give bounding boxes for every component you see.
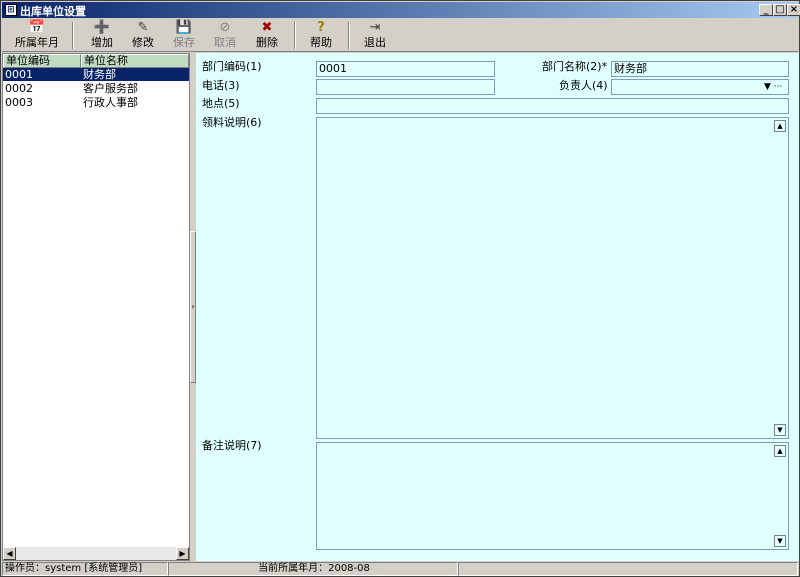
unit-code-cell: 0003 <box>5 96 33 109</box>
exit-icon: ⇥ <box>369 20 381 35</box>
manager-combo[interactable]: ▼ ··· <box>611 79 789 95</box>
scroll-up-icon[interactable]: ▲ <box>774 445 786 457</box>
grid-header: 单位编码 单位名称 <box>3 54 189 68</box>
dept-name-field[interactable]: 财务部 <box>611 61 789 77</box>
remark-label: 备注说明(7) <box>202 439 262 452</box>
column-header-code[interactable]: 单位编码 <box>3 54 81 68</box>
unit-code-cell: 0002 <box>5 82 33 95</box>
unit-list-panel: 单位编码 单位名称 0001 财务部 0002 客户服务部 0003 行政人事部… <box>2 53 190 561</box>
detail-form: 部门编码(1) 0001 部门名称(2)* 财务部 电话(3) 负责人(4) ▼… <box>196 53 799 561</box>
help-button[interactable]: ? 帮助 <box>304 20 338 51</box>
period-button[interactable]: 📅 所属年月 <box>10 20 64 51</box>
unit-name-cell: 行政人事部 <box>83 96 138 109</box>
period-status: 当前所属年月：2008-08 <box>168 562 458 576</box>
delete-button[interactable]: ✖ 删除 <box>250 20 284 51</box>
remark-textarea[interactable]: ▲ ▼ <box>316 442 789 550</box>
edit-button[interactable]: ✎ 修改 <box>126 20 160 51</box>
delete-icon: ✖ <box>261 20 273 35</box>
toolbar: 📅 所属年月 ➕ 增加 ✎ 修改 💾 保存 ⊘ 取消 ✖ 删除 ? 帮助 ⇥ 退… <box>2 19 798 52</box>
location-field[interactable] <box>316 98 789 114</box>
minimize-button[interactable]: _ <box>759 4 773 16</box>
scroll-down-icon[interactable]: ▼ <box>774 535 786 547</box>
save-icon: 💾 <box>175 20 193 35</box>
unit-code-cell: 0001 <box>5 68 33 81</box>
material-note-textarea[interactable]: ▲ ▼ <box>316 117 789 439</box>
scroll-down-icon[interactable]: ▼ <box>774 424 786 436</box>
toolbar-separator <box>348 22 350 49</box>
close-button[interactable]: × <box>787 4 800 16</box>
manager-combo-buttons: ▼ ··· <box>764 80 788 94</box>
maximize-button[interactable]: □ <box>773 4 787 16</box>
unit-name-cell: 客户服务部 <box>83 82 138 95</box>
table-row[interactable]: 0002 客户服务部 <box>3 82 189 95</box>
scroll-left-icon[interactable]: ◀ <box>3 547 16 560</box>
calendar-icon: 📅 <box>28 20 46 35</box>
column-header-name[interactable]: 单位名称 <box>81 54 189 68</box>
status-panel-empty <box>458 562 798 576</box>
material-note-label: 领料说明(6) <box>202 116 262 129</box>
location-label: 地点(5) <box>202 97 240 110</box>
dept-name-label: 部门名称(2)* <box>542 60 608 73</box>
chevron-down-icon[interactable]: ▼ <box>764 82 771 92</box>
cancel-button[interactable]: ⊘ 取消 <box>208 20 242 51</box>
unit-name-cell: 财务部 <box>83 68 116 81</box>
toolbar-separator <box>294 22 296 49</box>
manager-label: 负责人(4) <box>559 79 608 92</box>
operator-status: 操作员：system [系统管理员] <box>2 562 168 576</box>
scroll-up-icon[interactable]: ▲ <box>774 120 786 132</box>
exit-button[interactable]: ⇥ 退出 <box>358 20 392 51</box>
add-icon: ➕ <box>93 20 111 35</box>
title-bar: ⊞ 出库单位设置 _ □ × <box>2 2 800 18</box>
save-button[interactable]: 💾 保存 <box>167 20 201 51</box>
dept-code-label: 部门编码(1) <box>202 60 262 73</box>
app-icon: ⊞ <box>5 4 17 16</box>
table-row[interactable]: 0001 财务部 <box>3 68 189 81</box>
ellipsis-icon[interactable]: ··· <box>774 82 783 92</box>
scroll-right-icon[interactable]: ▶ <box>176 547 189 560</box>
help-icon: ? <box>317 20 325 35</box>
cancel-icon: ⊘ <box>219 20 231 35</box>
dept-code-field[interactable]: 0001 <box>316 61 495 77</box>
horizontal-scrollbar[interactable]: ◀ ▶ <box>3 547 189 560</box>
window-title: 出库单位设置 <box>20 5 86 18</box>
toolbar-separator <box>72 22 74 49</box>
add-button[interactable]: ➕ 增加 <box>85 20 119 51</box>
edit-icon: ✎ <box>137 20 149 35</box>
table-row[interactable]: 0003 行政人事部 <box>3 96 189 109</box>
app-window: ⊞ 出库单位设置 _ □ × 📅 所属年月 ➕ 增加 ✎ 修改 💾 保存 ⊘ 取… <box>0 0 800 577</box>
phone-field[interactable] <box>316 79 495 95</box>
status-bar: 操作员：system [系统管理员] 当前所属年月：2008-08 <box>2 562 798 576</box>
phone-label: 电话(3) <box>202 79 240 92</box>
